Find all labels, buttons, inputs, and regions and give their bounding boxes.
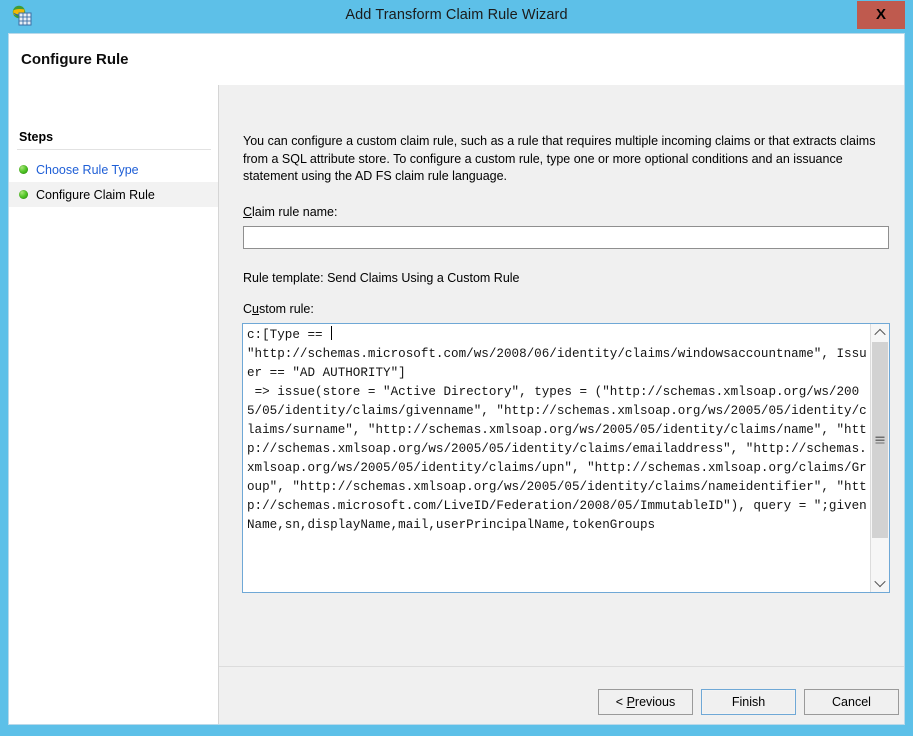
custom-rule-scrollbar[interactable] xyxy=(870,324,889,592)
custom-rule-label: Custom rule: xyxy=(243,302,314,316)
steps-sidebar: Steps Choose Rule Type Configure Claim R… xyxy=(9,85,219,724)
scroll-down-button[interactable] xyxy=(871,574,889,592)
accel-char: P xyxy=(626,695,635,709)
content-inner: You can configure a custom claim rule, s… xyxy=(219,85,904,666)
custom-rule-text[interactable]: c:[Type == "http://schemas.microsoft.com… xyxy=(243,324,870,592)
cancel-button[interactable]: Cancel xyxy=(804,689,899,715)
scroll-up-button[interactable] xyxy=(871,324,889,342)
accel-char: u xyxy=(252,302,259,316)
label-pre: C xyxy=(243,302,253,316)
scrollbar-thumb[interactable] xyxy=(872,342,888,538)
sidebar-item-choose-rule-type[interactable]: Choose Rule Type xyxy=(9,157,218,182)
steps-divider xyxy=(17,149,211,150)
close-button[interactable]: X xyxy=(857,1,905,29)
green-bullet-icon xyxy=(19,165,28,174)
green-bullet-icon xyxy=(19,190,28,199)
accel-char: C xyxy=(243,205,253,219)
sidebar-item-label: Configure Claim Rule xyxy=(36,187,155,202)
claim-rule-name-input[interactable] xyxy=(243,226,889,249)
custom-rule-editor[interactable]: c:[Type == "http://schemas.microsoft.com… xyxy=(242,323,890,593)
button-pre: < xyxy=(615,695,627,709)
label-rest: laim rule name: xyxy=(252,205,338,219)
text-caret xyxy=(331,326,333,340)
claim-rule-name-label: Claim rule name: xyxy=(243,205,337,219)
title-bar: Add Transform Claim Rule Wizard X xyxy=(0,0,913,33)
page-title: Configure Rule xyxy=(21,51,129,68)
footer-bar: < Previous Finish Cancel xyxy=(219,667,904,724)
wizard-window: Add Transform Claim Rule Wizard X Config… xyxy=(0,0,913,736)
scrollbar-grip-icon xyxy=(875,436,885,444)
steps-heading: Steps xyxy=(19,130,54,144)
header-band: Configure Rule xyxy=(9,34,904,85)
steps-list: Choose Rule Type Configure Claim Rule xyxy=(9,157,218,207)
rule-template-text: Rule template: Send Claims Using a Custo… xyxy=(243,271,520,285)
client-area: Configure Rule Steps Choose Rule Type Co… xyxy=(8,33,905,725)
button-rest: revious xyxy=(634,695,676,709)
chevron-down-icon xyxy=(874,575,886,588)
label-rest: stom rule: xyxy=(258,302,314,316)
intro-description: You can configure a custom claim rule, s… xyxy=(243,134,876,183)
finish-button[interactable]: Finish xyxy=(701,689,796,715)
scrollbar-track[interactable] xyxy=(871,342,889,574)
content-pane: You can configure a custom claim rule, s… xyxy=(219,85,904,724)
sidebar-item-label: Choose Rule Type xyxy=(36,162,139,177)
chevron-up-icon xyxy=(874,328,886,341)
previous-button[interactable]: < Previous xyxy=(598,689,693,715)
sidebar-item-configure-claim-rule[interactable]: Configure Claim Rule xyxy=(9,182,218,207)
window-title: Add Transform Claim Rule Wizard xyxy=(345,7,568,23)
